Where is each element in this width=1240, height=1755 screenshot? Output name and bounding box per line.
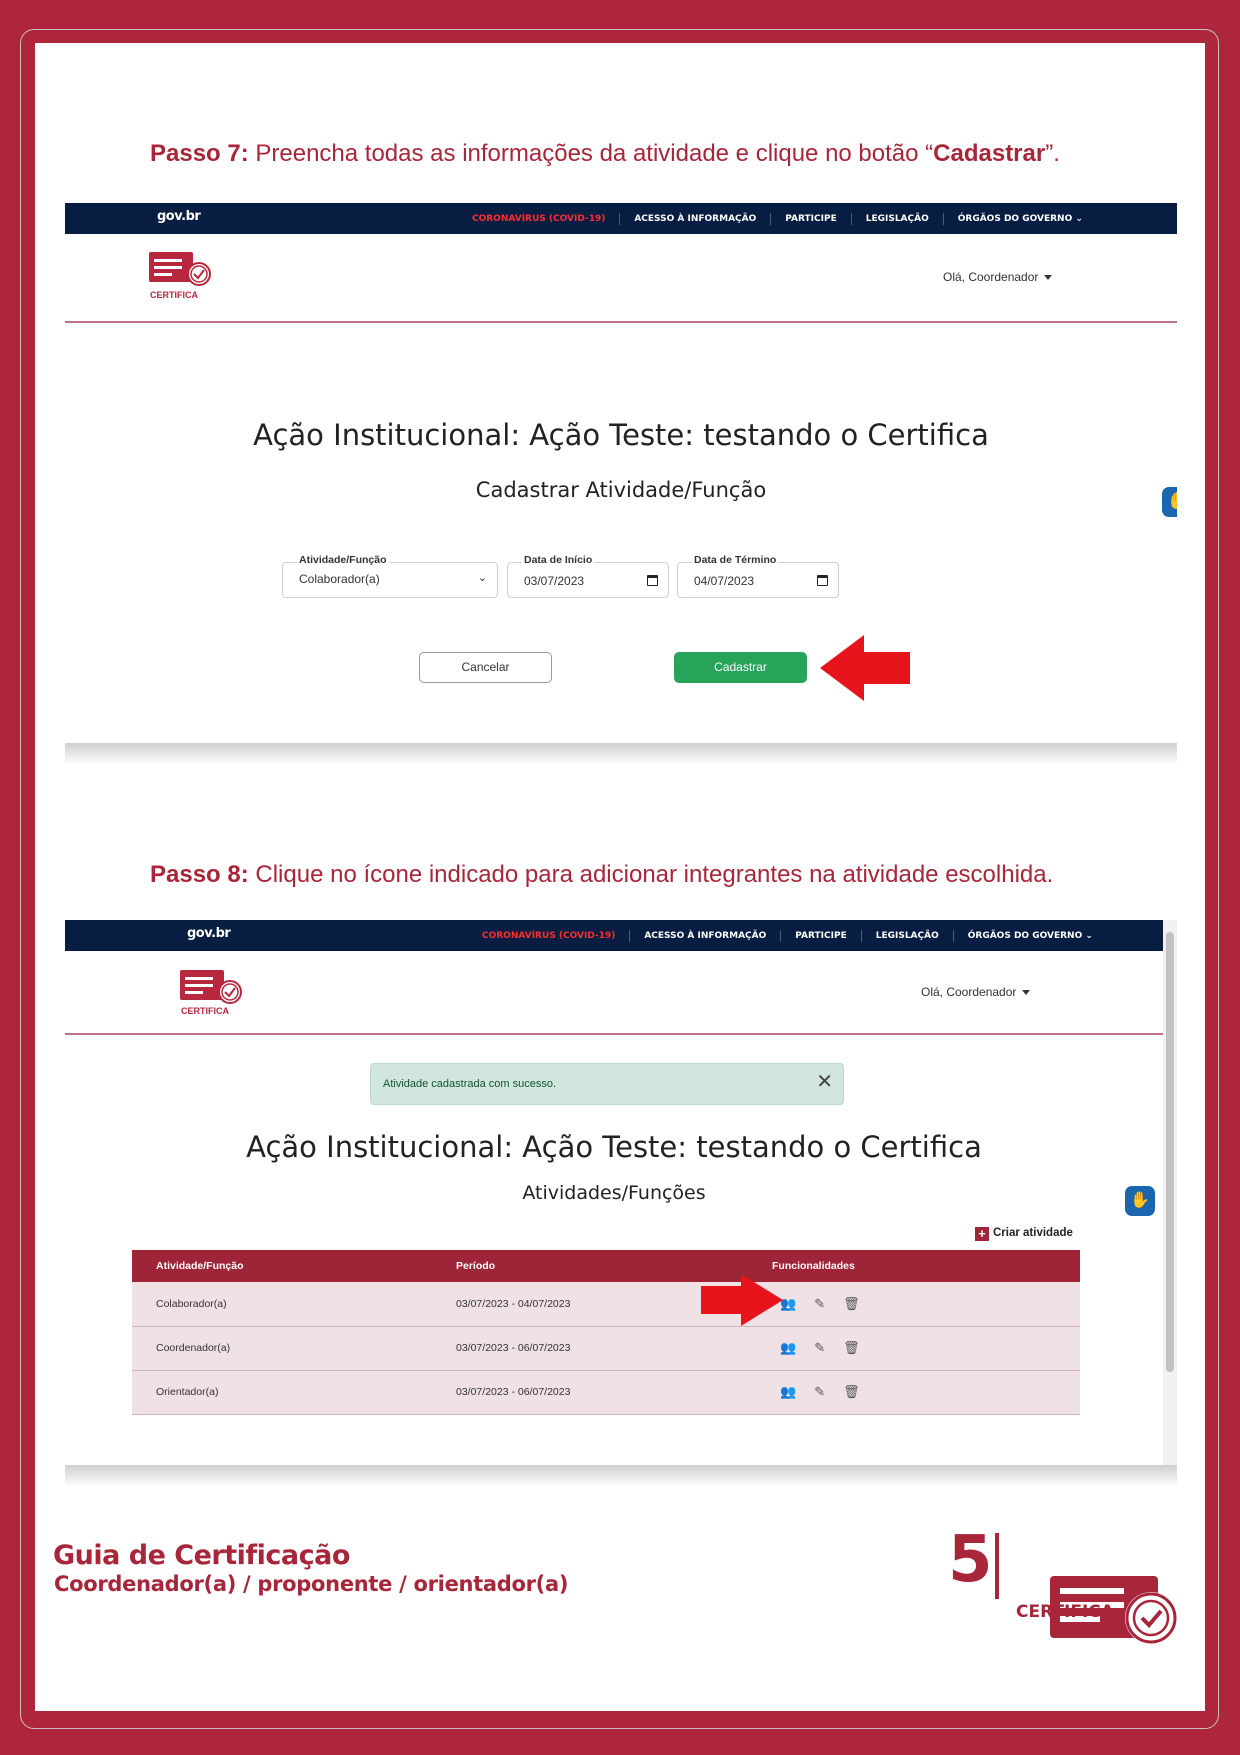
page-title: Ação Institucional: Ação Teste: testando… <box>253 418 989 452</box>
gov-links: CORONAVÍRUS (COVID-19) ACESSO À INFORMAÇ… <box>468 920 1107 951</box>
screenshot-register-activity: gov.br CORONAVÍRUS (COVID-19) ACESSO À I… <box>65 203 1177 743</box>
user-menu[interactable]: Olá, Coordenador <box>921 985 1031 999</box>
step-7-instruction: Passo 7: Preencha todas as informações d… <box>150 140 1060 167</box>
gov-bar: gov.br CORONAVÍRUS (COVID-19) ACESSO À I… <box>65 920 1163 951</box>
caret-down-icon <box>1044 275 1053 281</box>
edit-icon[interactable]: ✎ <box>814 1384 825 1400</box>
end-date-field[interactable]: Data de Término 04/07/2023 <box>677 554 839 598</box>
user-menu[interactable]: Olá, Coordenador <box>943 270 1053 284</box>
accessibility-hand-icon[interactable]: ✋ <box>1125 1186 1155 1216</box>
accessibility-hand-icon[interactable]: ✋ <box>1162 487 1177 517</box>
brand-text: CERTIFICA <box>150 290 198 300</box>
chevron-down-icon: ⌄ <box>477 572 487 584</box>
step-8-instruction: Passo 8: Clique no ícone indicado para a… <box>150 861 1054 888</box>
gov-link-covid[interactable]: CORONAVÍRUS (COVID-19) <box>458 212 621 225</box>
calendar-icon[interactable] <box>817 575 828 586</box>
gov-logo[interactable]: gov.br <box>157 209 201 224</box>
certifica-logo-icon[interactable] <box>180 970 244 1006</box>
gov-link-participate[interactable]: PARTICIPE <box>771 212 852 225</box>
table-row: Coordenador(a) 03/07/2023 - 06/07/2023 👥… <box>132 1326 1080 1371</box>
form-subtitle: Cadastrar Atividade/Função <box>475 478 767 502</box>
gov-link-participate[interactable]: PARTICIPE <box>781 929 862 942</box>
activity-cell: Colaborador(a) <box>132 1282 432 1327</box>
gov-bar: gov.br CORONAVÍRUS (COVID-19) ACESSO À I… <box>65 203 1177 234</box>
column-header: Atividade/Função <box>132 1250 432 1282</box>
activity-cell: Coordenador(a) <box>132 1326 432 1371</box>
add-members-icon[interactable]: 👥 <box>780 1340 796 1356</box>
gov-link-agencies[interactable]: ÓRGÃOS DO GOVERNO ⌄ <box>954 930 1107 942</box>
delete-icon[interactable]: 🗑 <box>843 1296 860 1312</box>
column-header: Funcionalidades <box>748 1250 1080 1282</box>
red-arrow-right-icon <box>701 1274 783 1326</box>
actions-cell: 👥 ✎ 🗑 <box>748 1282 1080 1327</box>
page-title: Ação Institucional: Ação Teste: testando… <box>246 1130 982 1164</box>
gov-link-legislation[interactable]: LEGISLAÇÃO <box>852 212 944 225</box>
gov-link-access[interactable]: ACESSO À INFORMAÇÃO <box>620 212 772 225</box>
gov-link-legislation[interactable]: LEGISLAÇÃO <box>862 929 954 942</box>
activity-cell: Orientador(a) <box>132 1370 432 1415</box>
table-header-row: Atividade/Função Período Funcionalidades <box>132 1250 1080 1282</box>
screenshot-shadow <box>65 743 1177 765</box>
red-arrow-left-icon <box>820 635 910 701</box>
header-divider <box>65 1033 1163 1035</box>
table-row: Colaborador(a) 03/07/2023 - 04/07/2023 👥… <box>132 1282 1080 1327</box>
gov-link-covid[interactable]: CORONAVÍRUS (COVID-19) <box>468 929 631 942</box>
screenshot-activity-list: gov.br CORONAVÍRUS (COVID-19) ACESSO À I… <box>65 920 1177 1465</box>
list-subtitle: Atividades/Funções <box>522 1182 706 1204</box>
page-number: 5 <box>948 1523 993 1597</box>
scrollbar[interactable] <box>1163 920 1177 1465</box>
gov-link-access[interactable]: ACESSO À INFORMAÇÃO <box>630 929 782 942</box>
certifica-logo-icon[interactable] <box>149 252 213 288</box>
success-alert: Atividade cadastrada com sucesso. ✕ <box>370 1063 844 1105</box>
add-members-icon[interactable]: 👥 <box>780 1384 796 1400</box>
register-button[interactable]: Cadastrar <box>674 652 807 683</box>
close-icon[interactable]: ✕ <box>816 1072 833 1092</box>
cancel-button[interactable]: Cancelar <box>419 652 552 683</box>
caret-down-icon <box>1022 990 1031 996</box>
activities-table: Atividade/Função Período Funcionalidades… <box>132 1250 1080 1415</box>
gov-logo[interactable]: gov.br <box>187 926 231 941</box>
period-cell: 03/07/2023 - 06/07/2023 <box>432 1370 748 1415</box>
footer-brand-text: CERTIFICA <box>1016 1602 1114 1622</box>
activity-select[interactable]: Atividade/Função Colaborador(a) ⌄ <box>282 554 498 598</box>
calendar-icon[interactable] <box>647 575 658 586</box>
table-row: Orientador(a) 03/07/2023 - 06/07/2023 👥 ✎… <box>132 1370 1080 1415</box>
plus-icon: + <box>975 1227 989 1241</box>
document-page: Passo 7: Preencha todas as informações d… <box>35 43 1205 1711</box>
footer-subtitle: Coordenador(a) / proponente / orientador… <box>54 1572 569 1596</box>
screenshot-shadow <box>65 1465 1177 1487</box>
edit-icon[interactable]: ✎ <box>814 1296 825 1312</box>
header-divider <box>65 321 1177 323</box>
period-cell: 03/07/2023 - 06/07/2023 <box>432 1326 748 1371</box>
actions-cell: 👥 ✎ 🗑 <box>748 1326 1080 1371</box>
edit-icon[interactable]: ✎ <box>814 1340 825 1356</box>
brand-text: CERTIFICA <box>181 1006 229 1016</box>
actions-cell: 👥 ✎ 🗑 <box>748 1370 1080 1415</box>
delete-icon[interactable]: 🗑 <box>843 1340 860 1356</box>
create-activity-button[interactable]: + Criar atividade <box>975 1227 1073 1241</box>
page-number-divider <box>995 1533 999 1599</box>
start-date-field[interactable]: Data de Início 03/07/2023 <box>507 554 669 598</box>
delete-icon[interactable]: 🗑 <box>843 1384 860 1400</box>
gov-link-agencies[interactable]: ÓRGÃOS DO GOVERNO ⌄ <box>944 213 1097 225</box>
gov-links: CORONAVÍRUS (COVID-19) ACESSO À INFORMAÇ… <box>458 203 1097 234</box>
footer-title: Guia de Certificação <box>53 1540 350 1571</box>
scrollbar-thumb[interactable] <box>1166 932 1174 1372</box>
